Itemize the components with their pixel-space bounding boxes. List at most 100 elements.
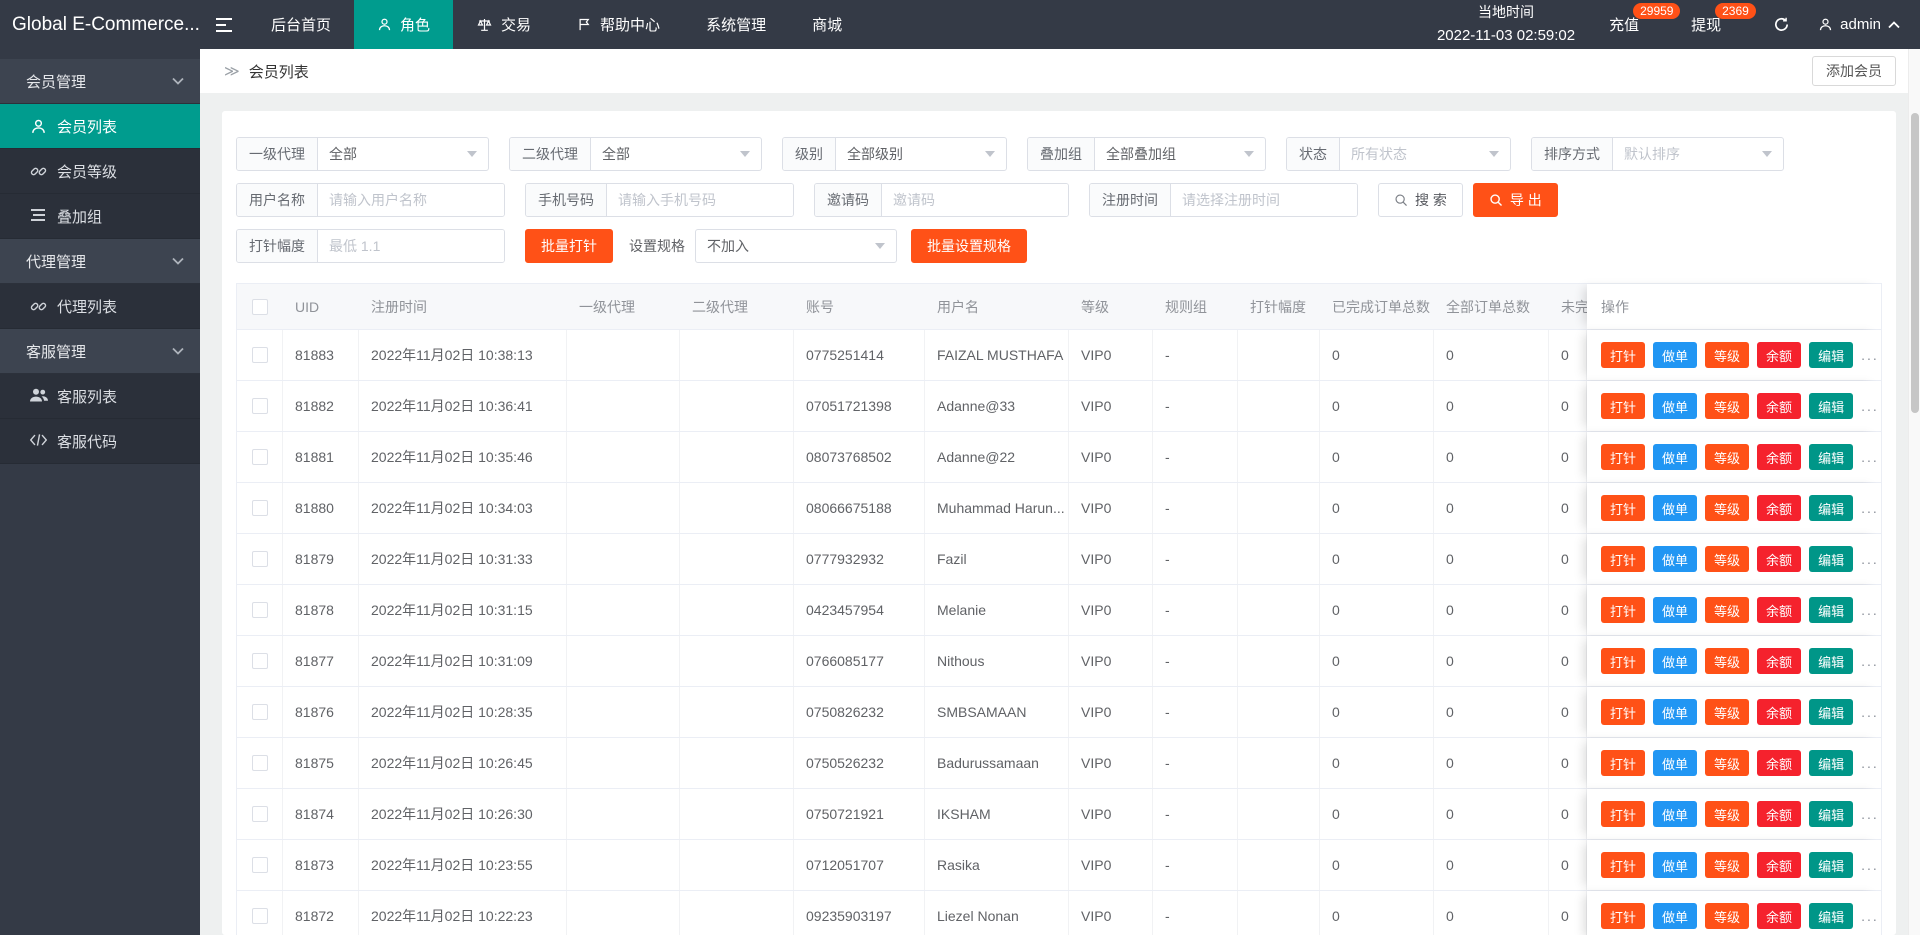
balance-button[interactable]: 余额	[1757, 699, 1802, 725]
edit-button[interactable]: 编辑	[1809, 393, 1854, 419]
make-order-button[interactable]: 做单	[1653, 750, 1698, 776]
balance-button[interactable]: 余额	[1757, 648, 1802, 674]
recharge-link[interactable]: 充值 29959	[1609, 0, 1681, 49]
balance-button[interactable]: 余额	[1757, 597, 1802, 623]
edit-button[interactable]: 编辑	[1809, 342, 1854, 368]
top-menu-roles[interactable]: 角色	[354, 0, 454, 49]
edit-button[interactable]: 编辑	[1809, 903, 1854, 929]
level-button[interactable]: 等级	[1705, 750, 1750, 776]
username-input[interactable]	[318, 184, 504, 216]
search-button[interactable]: 搜 索	[1378, 183, 1463, 217]
level-button[interactable]: 等级	[1705, 852, 1750, 878]
level-button[interactable]: 等级	[1705, 801, 1750, 827]
balance-button[interactable]: 余额	[1757, 903, 1802, 929]
inject-button[interactable]: 打针	[1601, 597, 1646, 623]
top-menu-system[interactable]: 系统管理	[683, 0, 789, 49]
level-button[interactable]: 等级	[1705, 597, 1750, 623]
row-checkbox[interactable]	[251, 908, 268, 924]
page-scrollbar[interactable]	[1908, 49, 1920, 935]
make-order-button[interactable]: 做单	[1653, 342, 1698, 368]
edit-button[interactable]: 编辑	[1809, 852, 1854, 878]
balance-button[interactable]: 余额	[1757, 342, 1802, 368]
level-button[interactable]: 等级	[1705, 342, 1750, 368]
sort-select[interactable]: 默认排序	[1613, 138, 1783, 170]
level-select[interactable]: 全部级别	[836, 138, 1006, 170]
inject-button[interactable]: 打针	[1601, 852, 1646, 878]
status-select[interactable]: 所有状态	[1340, 138, 1510, 170]
row-checkbox[interactable]	[251, 755, 268, 771]
spec-select[interactable]: 不加入	[696, 230, 896, 262]
sidebar-item-member-level[interactable]: 会员等级	[0, 149, 200, 194]
sidebar-collapse-button[interactable]	[200, 0, 248, 49]
balance-button[interactable]: 余额	[1757, 546, 1802, 572]
make-order-button[interactable]: 做单	[1653, 495, 1698, 521]
export-button[interactable]: 导 出	[1472, 183, 1558, 217]
balance-button[interactable]: 余额	[1757, 750, 1802, 776]
sidebar-group-service-management[interactable]: 客服管理	[0, 329, 200, 374]
make-order-button[interactable]: 做单	[1653, 801, 1698, 827]
row-checkbox[interactable]	[251, 857, 268, 873]
agent2-select[interactable]: 全部	[591, 138, 761, 170]
inject-button[interactable]: 打针	[1601, 546, 1646, 572]
inject-button[interactable]: 打针	[1601, 699, 1646, 725]
level-button[interactable]: 等级	[1705, 444, 1750, 470]
withdraw-link[interactable]: 提现 2369	[1691, 0, 1756, 49]
make-order-button[interactable]: 做单	[1653, 903, 1698, 929]
scrollbar-thumb[interactable]	[1911, 113, 1919, 413]
inject-range-input[interactable]	[318, 230, 504, 262]
more-actions-button[interactable]: ...	[1861, 449, 1879, 465]
make-order-button[interactable]: 做单	[1653, 699, 1698, 725]
inject-button[interactable]: 打针	[1601, 342, 1646, 368]
more-actions-button[interactable]: ...	[1861, 704, 1879, 720]
row-checkbox[interactable]	[251, 806, 268, 822]
row-checkbox[interactable]	[251, 500, 268, 516]
make-order-button[interactable]: 做单	[1653, 852, 1698, 878]
balance-button[interactable]: 余额	[1757, 852, 1802, 878]
sidebar-item-member-list[interactable]: 会员列表	[0, 104, 200, 149]
balance-button[interactable]: 余额	[1757, 495, 1802, 521]
edit-button[interactable]: 编辑	[1809, 495, 1854, 521]
make-order-button[interactable]: 做单	[1653, 648, 1698, 674]
inject-button[interactable]: 打针	[1601, 444, 1646, 470]
edit-button[interactable]: 编辑	[1809, 801, 1854, 827]
phone-input[interactable]	[607, 184, 793, 216]
more-actions-button[interactable]: ...	[1861, 755, 1879, 771]
row-checkbox[interactable]	[251, 449, 268, 465]
edit-button[interactable]: 编辑	[1809, 699, 1854, 725]
row-checkbox[interactable]	[251, 398, 268, 414]
level-button[interactable]: 等级	[1705, 546, 1750, 572]
row-checkbox[interactable]	[251, 347, 268, 363]
sidebar-item-agent-list[interactable]: 代理列表	[0, 284, 200, 329]
more-actions-button[interactable]: ...	[1861, 347, 1879, 363]
make-order-button[interactable]: 做单	[1653, 597, 1698, 623]
more-actions-button[interactable]: ...	[1861, 857, 1879, 873]
more-actions-button[interactable]: ...	[1861, 806, 1879, 822]
sidebar-group-agent-management[interactable]: 代理管理	[0, 239, 200, 284]
edit-button[interactable]: 编辑	[1809, 597, 1854, 623]
level-button[interactable]: 等级	[1705, 495, 1750, 521]
top-menu-dashboard[interactable]: 后台首页	[248, 0, 354, 49]
sidebar-item-service-code[interactable]: 客服代码	[0, 419, 200, 464]
edit-button[interactable]: 编辑	[1809, 648, 1854, 674]
sidebar-item-stack-group[interactable]: 叠加组	[0, 194, 200, 239]
more-actions-button[interactable]: ...	[1861, 398, 1879, 414]
row-checkbox[interactable]	[251, 602, 268, 618]
top-menu-mall[interactable]: 商城	[789, 0, 865, 49]
inject-button[interactable]: 打针	[1601, 393, 1646, 419]
more-actions-button[interactable]: ...	[1861, 500, 1879, 516]
level-button[interactable]: 等级	[1705, 393, 1750, 419]
select-all-checkbox[interactable]	[252, 298, 268, 315]
edit-button[interactable]: 编辑	[1809, 750, 1854, 776]
inject-button[interactable]: 打针	[1601, 750, 1646, 776]
inject-button[interactable]: 打针	[1601, 801, 1646, 827]
more-actions-button[interactable]: ...	[1861, 653, 1879, 669]
inject-button[interactable]: 打针	[1601, 648, 1646, 674]
row-checkbox[interactable]	[251, 551, 268, 567]
make-order-button[interactable]: 做单	[1653, 444, 1698, 470]
inject-button[interactable]: 打针	[1601, 495, 1646, 521]
edit-button[interactable]: 编辑	[1809, 546, 1854, 572]
level-button[interactable]: 等级	[1705, 903, 1750, 929]
top-menu-help-center[interactable]: 帮助中心	[554, 0, 683, 49]
balance-button[interactable]: 余额	[1757, 393, 1802, 419]
batch-spec-button[interactable]: 批量设置规格	[911, 229, 1027, 263]
